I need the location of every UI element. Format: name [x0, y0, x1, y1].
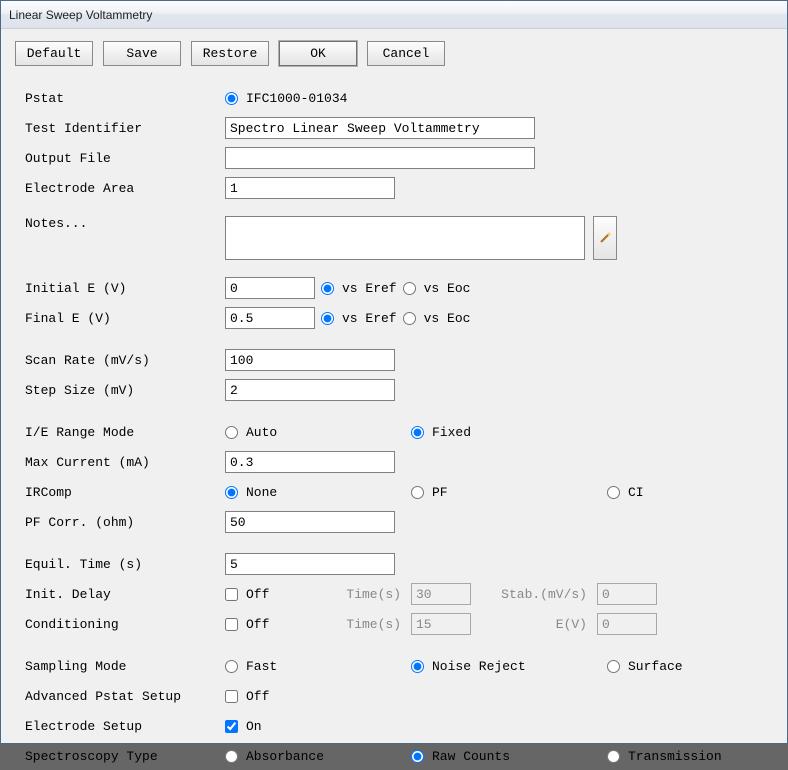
pstat-label: Pstat: [25, 91, 225, 106]
scan-rate-label: Scan Rate (mV/s): [25, 353, 225, 368]
notes-input[interactable]: [225, 216, 585, 260]
ircomp-none-radio[interactable]: None: [225, 485, 277, 500]
final-e-eoc-radio[interactable]: vs Eoc: [403, 311, 471, 326]
conditioning-checkbox[interactable]: Off: [225, 617, 269, 632]
output-file-input[interactable]: [225, 147, 535, 169]
dialog-window: Linear Sweep Voltammetry Default Save Re…: [0, 0, 788, 744]
ircomp-label: IRComp: [25, 485, 225, 500]
init-delay-checkbox[interactable]: Off: [225, 587, 269, 602]
test-identifier-label: Test Identifier: [25, 121, 225, 136]
spec-absorbance-radio[interactable]: Absorbance: [225, 749, 324, 764]
cancel-button[interactable]: Cancel: [367, 41, 445, 66]
spec-raw-counts-radio[interactable]: Raw Counts: [411, 749, 510, 764]
output-file-label: Output File: [25, 151, 225, 166]
advanced-pstat-checkbox[interactable]: Off: [225, 689, 269, 704]
pstat-radio-input[interactable]: [225, 92, 238, 105]
pf-corr-label: PF Corr. (ohm): [25, 515, 225, 530]
advanced-pstat-label: Advanced Pstat Setup: [25, 689, 225, 704]
final-e-input[interactable]: [225, 307, 315, 329]
electrode-area-input[interactable]: [225, 177, 395, 199]
ok-button[interactable]: OK: [279, 41, 357, 66]
step-size-input[interactable]: [225, 379, 395, 401]
initial-e-label: Initial E (V): [25, 281, 225, 296]
sampling-fast-radio[interactable]: Fast: [225, 659, 277, 674]
conditioning-time-input: [411, 613, 471, 635]
sampling-noise-reject-radio[interactable]: Noise Reject: [411, 659, 526, 674]
step-size-label: Step Size (mV): [25, 383, 225, 398]
save-button[interactable]: Save: [103, 41, 181, 66]
spectroscopy-type-label: Spectroscopy Type: [25, 749, 225, 764]
sampling-mode-label: Sampling Mode: [25, 659, 225, 674]
max-current-input[interactable]: [225, 451, 395, 473]
equil-time-label: Equil. Time (s): [25, 557, 225, 572]
electrode-setup-checkbox[interactable]: On: [225, 719, 262, 734]
window-title: Linear Sweep Voltammetry: [9, 8, 152, 22]
init-delay-label: Init. Delay: [25, 587, 225, 602]
ie-auto-radio[interactable]: Auto: [225, 425, 277, 440]
test-identifier-input[interactable]: [225, 117, 535, 139]
ircomp-ci-radio[interactable]: CI: [607, 485, 644, 500]
pstat-option-label: IFC1000-01034: [246, 91, 347, 106]
max-current-label: Max Current (mA): [25, 455, 225, 470]
init-delay-time-input: [411, 583, 471, 605]
dialog-content: Default Save Restore OK Cancel Pstat IFC…: [1, 29, 787, 743]
ie-fixed-radio[interactable]: Fixed: [411, 425, 471, 440]
notes-edit-button[interactable]: [593, 216, 617, 260]
restore-button[interactable]: Restore: [191, 41, 269, 66]
init-delay-time-label: Time(s): [331, 587, 401, 602]
button-row: Default Save Restore OK Cancel: [15, 41, 773, 66]
initial-e-eoc-radio[interactable]: vs Eoc: [403, 281, 471, 296]
electrode-area-label: Electrode Area: [25, 181, 225, 196]
spec-transmission-radio[interactable]: Transmission: [607, 749, 722, 764]
final-e-eref-radio[interactable]: vs Eref: [321, 311, 397, 326]
pf-corr-input[interactable]: [225, 511, 395, 533]
electrode-setup-label: Electrode Setup: [25, 719, 225, 734]
conditioning-ev-input: [597, 613, 657, 635]
notes-label: Notes...: [25, 216, 225, 231]
wand-icon: [598, 231, 612, 245]
init-delay-stab-label: Stab.(mV/s): [477, 587, 587, 602]
ie-range-label: I/E Range Mode: [25, 425, 225, 440]
initial-e-input[interactable]: [225, 277, 315, 299]
default-button[interactable]: Default: [15, 41, 93, 66]
equil-time-input[interactable]: [225, 553, 395, 575]
initial-e-eref-radio[interactable]: vs Eref: [321, 281, 397, 296]
conditioning-time-label: Time(s): [331, 617, 401, 632]
sampling-surface-radio[interactable]: Surface: [607, 659, 683, 674]
init-delay-stab-input: [597, 583, 657, 605]
titlebar: Linear Sweep Voltammetry: [1, 1, 787, 29]
scan-rate-input[interactable]: [225, 349, 395, 371]
conditioning-label: Conditioning: [25, 617, 225, 632]
ircomp-pf-radio[interactable]: PF: [411, 485, 448, 500]
final-e-label: Final E (V): [25, 311, 225, 326]
pstat-radio[interactable]: IFC1000-01034: [225, 91, 347, 106]
conditioning-ev-label: E(V): [477, 617, 587, 632]
